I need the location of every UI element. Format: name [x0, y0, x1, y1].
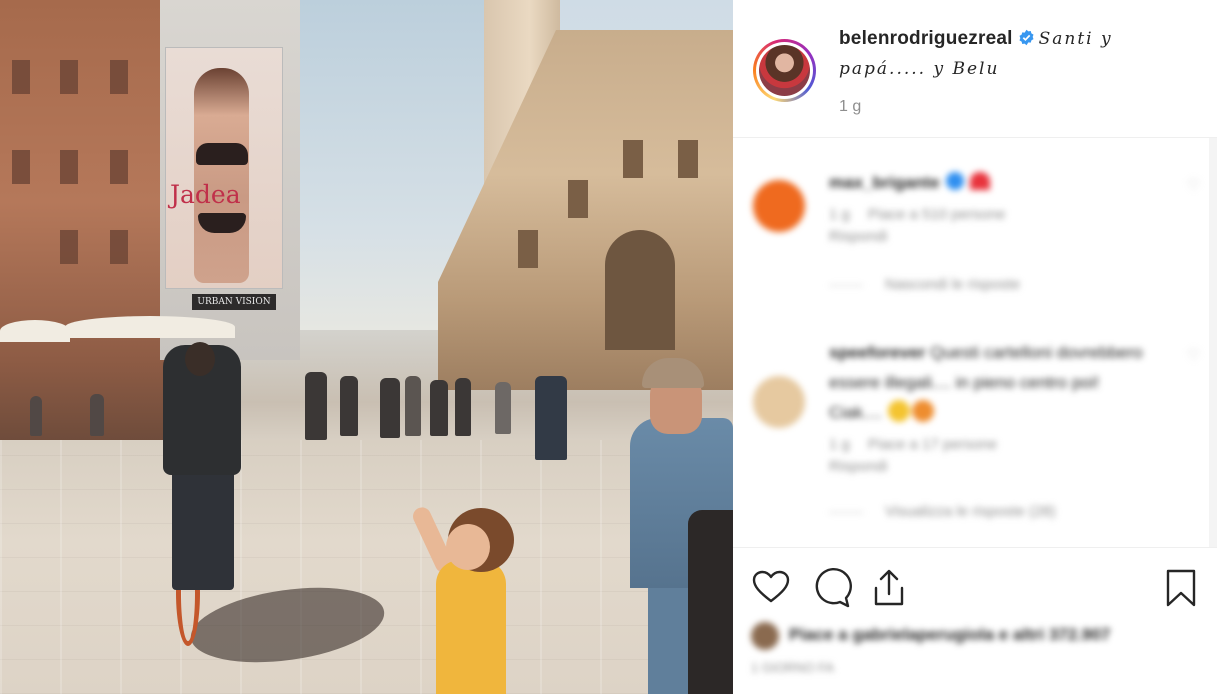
photo-cyclist-legs	[172, 470, 234, 590]
author-username[interactable]: belenrodriguezreal	[839, 28, 1013, 49]
comment-icon[interactable]	[809, 566, 853, 610]
photo-pavement	[0, 440, 733, 694]
post-caption: belenrodriguezreal Santi y papá..... y Be…	[839, 24, 1199, 84]
hide-replies-link[interactable]: Nascondi le risposte	[829, 276, 1020, 293]
heart-icon[interactable]	[749, 566, 793, 610]
post-header: belenrodriguezreal Santi y papá..... y Be…	[733, 0, 1217, 136]
comment-avatar[interactable]	[753, 376, 805, 428]
bookmark-icon[interactable]	[1159, 566, 1203, 610]
view-replies-link[interactable]: Visualizza le risposte (28)	[829, 503, 1056, 520]
post-date: 1 GIORNO FA	[751, 660, 835, 675]
post-photo[interactable]: Jadea URBAN VISION	[0, 0, 733, 694]
photo-man-jacket	[688, 510, 733, 694]
comment-likes[interactable]: Piace a 510 persone	[868, 206, 1006, 223]
grin-emoji-icon	[887, 400, 910, 422]
billboard-brand: Jadea	[170, 180, 241, 209]
photo-billboard	[165, 47, 283, 289]
billboard-footer: URBAN VISION	[192, 294, 276, 310]
liker-avatar	[751, 621, 779, 650]
blue-circle-emoji-icon	[945, 172, 964, 190]
comment-like-heart-icon[interactable]: ♡	[1187, 346, 1203, 364]
comment-body: speeforever Questi cartelloni dovrebbero…	[829, 338, 1149, 478]
comment-time: 1 g	[829, 206, 850, 223]
photo-arch	[605, 230, 675, 350]
verified-badge-icon	[1019, 29, 1034, 46]
comment-username[interactable]: max_brigante	[829, 173, 940, 192]
comment-meta: 1 g Piace a 510 persone	[829, 204, 1149, 226]
post-actions: Piace a gabrielaperugiola e altri 372.90…	[733, 547, 1217, 694]
comment-avatar[interactable]	[753, 180, 805, 232]
likes-text: Piace a gabrielaperugiola e altri 372.90…	[789, 625, 1111, 644]
likes-summary[interactable]: Piace a gabrielaperugiola e altri 372.90…	[751, 620, 1211, 650]
author-avatar[interactable]	[753, 39, 816, 102]
photo-cyclist-head	[185, 342, 215, 376]
post-side-panel: belenrodriguezreal Santi y papá..... y Be…	[733, 0, 1217, 694]
comment-reply-link[interactable]: Rispondi	[829, 226, 1149, 248]
red-heart-emoji-icon	[969, 172, 990, 190]
photo-child	[436, 560, 506, 694]
comment-username[interactable]: speeforever	[829, 343, 925, 362]
photo-child-face	[446, 524, 490, 570]
share-icon[interactable]	[867, 566, 911, 610]
orange-heart-emoji-icon	[911, 400, 934, 422]
comment-meta: 1 g Piace a 17 persone	[829, 434, 1149, 456]
comment-likes[interactable]: Piace a 17 persone	[868, 436, 997, 453]
comment-time: 1 g	[829, 436, 850, 453]
comments-list: max_brigante 1 g Piace a 510 persone Risp…	[733, 137, 1217, 547]
post-timestamp: 1 g	[839, 98, 862, 115]
comment-reply-link[interactable]: Rispondi	[829, 456, 1149, 478]
comments-scrollbar[interactable]	[1209, 138, 1217, 547]
comment-like-heart-icon[interactable]: ♡	[1187, 176, 1203, 194]
photo-crowd	[0, 316, 733, 460]
comment-body: max_brigante 1 g Piace a 510 persone Risp…	[829, 168, 1149, 248]
